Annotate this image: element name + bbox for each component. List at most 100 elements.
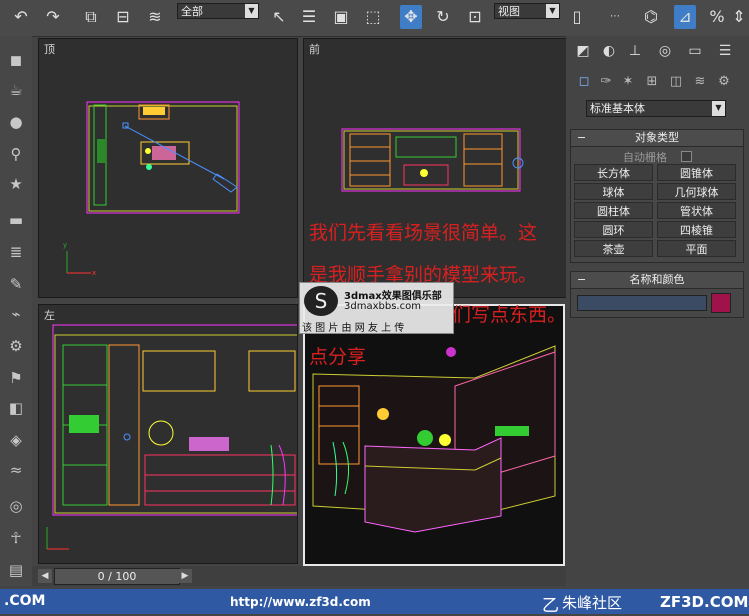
object-type-rollout-header[interactable]: − 对象类型	[571, 130, 743, 147]
viewport-left[interactable]: 左	[38, 304, 298, 564]
select-move-icon[interactable]: ✥	[400, 5, 422, 29]
left-view-wireframe	[46, 324, 297, 550]
overlay-caption-line: 点分享	[309, 346, 367, 368]
collapse-icon: −	[577, 273, 587, 286]
selection-filter-dropdown[interactable]: 全部 ▼	[177, 3, 259, 19]
cube-icon[interactable]: ◼	[4, 48, 28, 72]
prev-frame-icon[interactable]: ◀	[38, 569, 52, 583]
object-color-swatch[interactable]	[711, 293, 731, 313]
box-button[interactable]: 长方体	[574, 164, 653, 181]
ring-icon[interactable]: ◎	[4, 494, 28, 518]
cylinder-button[interactable]: 圆柱体	[574, 202, 653, 219]
select-link-icon[interactable]: ⧉	[80, 5, 102, 29]
chevron-down-icon: ▼	[245, 4, 258, 18]
object-name-input[interactable]	[577, 295, 707, 311]
viewport-front[interactable]: 前	[303, 38, 567, 298]
window-crossing-icon[interactable]: ⬚	[362, 5, 384, 29]
teapot-icon[interactable]: ☕	[4, 78, 28, 102]
gear-icon[interactable]: ⚙	[4, 334, 28, 358]
undo-icon[interactable]: ↶	[10, 5, 32, 29]
spinner-snap-icon[interactable]: ⇕	[730, 5, 748, 29]
autogrid-label: 自动栅格	[623, 151, 667, 164]
site-watermark: S 3dmax效果图俱乐部 3dmaxbbs.com 该 图 片 由 网 友 上…	[299, 282, 454, 334]
rectangular-selection-icon[interactable]: ▣	[330, 5, 352, 29]
next-frame-icon[interactable]: ▶	[178, 569, 192, 583]
redo-icon[interactable]: ↷	[42, 5, 64, 29]
tube-button[interactable]: 管状体	[657, 202, 736, 219]
sphere-icon[interactable]: ●	[4, 110, 28, 134]
spacewarps-icon[interactable]: ≋	[690, 72, 710, 92]
snaps-toggle-icon[interactable]: ⌬	[640, 5, 662, 29]
select-object-icon[interactable]: ↖	[268, 5, 290, 29]
shatter-icon[interactable]: ◈	[4, 428, 28, 452]
modify-tab-icon[interactable]: ◐	[598, 40, 620, 62]
star-icon[interactable]: ★	[4, 172, 28, 196]
object-type-rollout: − 对象类型 自动栅格 长方体 圆锥体 球体 几何球体 圆柱体 管状体 圆环 四…	[570, 129, 744, 263]
top-view-wireframe: y x	[63, 101, 240, 277]
reference-coord-dropdown[interactable]: 视图 ▼	[494, 3, 560, 19]
brush-icon[interactable]: ✎	[4, 272, 28, 296]
left-tool-strip: ◼ ☕ ● ⚲ ★ ▬ ≣ ✎ ⌁ ⚙ ⚑ ◧ ◈ ≈ ◎ ☥ ▤	[0, 36, 32, 586]
brand-logo-icon: 乙	[542, 596, 559, 616]
torus-button[interactable]: 圆环	[574, 221, 653, 238]
cone-button[interactable]: 圆锥体	[657, 164, 736, 181]
percent-snap-icon[interactable]: %	[706, 5, 728, 29]
svg-text:x: x	[92, 269, 96, 277]
primitive-category-dropdown[interactable]: 标准基本体 ▼	[586, 100, 726, 117]
reference-coord-value: 视图	[498, 5, 520, 18]
status-right-text: ZF3D.COM	[660, 593, 749, 611]
select-scale-icon[interactable]: ⊡	[464, 5, 486, 29]
chevron-down-icon: ▼	[712, 101, 725, 116]
time-slider-thumb[interactable]: 0 / 100	[54, 568, 180, 585]
select-by-name-icon[interactable]: ☰	[298, 5, 320, 29]
render-icon[interactable]: ▤	[4, 558, 28, 582]
name-color-rollout: − 名称和颜色	[570, 271, 744, 318]
pyramid-button[interactable]: 四棱锥	[657, 221, 736, 238]
cameras-icon[interactable]: ⊞	[642, 72, 662, 92]
box-icon[interactable]: ▬	[4, 208, 28, 232]
layers-icon[interactable]: ≣	[4, 240, 28, 264]
bend-icon[interactable]: ⌁	[4, 302, 28, 326]
status-url[interactable]: http://www.zf3d.com	[230, 595, 371, 609]
unlink-icon[interactable]: ⊟	[112, 5, 134, 29]
light-icon[interactable]: ⚲	[4, 142, 28, 166]
status-brand: 朱峰社区	[562, 594, 623, 612]
angle-snap-icon[interactable]: ⊿	[674, 5, 696, 29]
svg-text:y: y	[63, 241, 67, 249]
keyboard-shortcut-icon[interactable]: ⋯	[604, 5, 626, 29]
shapes-icon[interactable]: ✑	[596, 72, 616, 92]
geometry-icon[interactable]: ◻	[574, 72, 594, 92]
utilities-tab-icon[interactable]: ☰	[714, 40, 736, 62]
command-panel: ◩ ◐ ⊥ ◎ ▭ ☰ ◻ ✑ ✶ ⊞ ◫ ≋ ⚙ 标准基本体 ▼ − 对象类型…	[566, 36, 749, 586]
collapse-icon: −	[577, 131, 587, 144]
hierarchy-tab-icon[interactable]: ⊥	[624, 40, 646, 62]
wind-icon[interactable]: ⚑	[4, 366, 28, 390]
create-tab-icon[interactable]: ◩	[572, 40, 594, 62]
watermark-upload-note: 该 图 片 由 网 友 上 传	[302, 323, 405, 334]
lights-icon[interactable]: ✶	[618, 72, 638, 92]
biped-icon[interactable]: ☥	[4, 526, 28, 550]
teapot-button[interactable]: 茶壶	[574, 240, 653, 257]
pivot-center-icon[interactable]: ▯	[566, 5, 588, 29]
material-icon[interactable]: ◧	[4, 396, 28, 420]
motion-tab-icon[interactable]: ◎	[654, 40, 676, 62]
watermark-logo-icon: S	[304, 286, 338, 316]
front-view-wireframe	[341, 128, 524, 192]
name-color-rollout-header[interactable]: − 名称和颜色	[571, 272, 743, 289]
plane-button[interactable]: 平面	[657, 240, 736, 257]
helpers-icon[interactable]: ◫	[666, 72, 686, 92]
display-tab-icon[interactable]: ▭	[684, 40, 706, 62]
site-status-bar: .COM http://www.zf3d.com 乙 朱峰社区 ZF3D.COM	[0, 589, 749, 616]
status-left-text: .COM	[4, 593, 46, 609]
bind-space-warp-icon[interactable]: ≋	[144, 5, 166, 29]
geosphere-button[interactable]: 几何球体	[657, 183, 736, 200]
sphere-button[interactable]: 球体	[574, 183, 653, 200]
autogrid-checkbox[interactable]	[681, 151, 692, 162]
wave-icon[interactable]: ≈	[4, 458, 28, 482]
object-type-title: 对象类型	[635, 131, 679, 144]
main-toolbar: ↶ ↷ ⧉ ⊟ ≋ 全部 ▼ ↖ ☰ ▣ ⬚ ✥ ↻ ⊡ 视图 ▼ ▯ ⋯ ⌬ …	[0, 0, 749, 37]
primitive-category-value: 标准基本体	[590, 102, 645, 115]
systems-icon[interactable]: ⚙	[714, 72, 734, 92]
select-rotate-icon[interactable]: ↻	[432, 5, 454, 29]
viewport-top[interactable]: 顶 y x	[38, 38, 298, 298]
